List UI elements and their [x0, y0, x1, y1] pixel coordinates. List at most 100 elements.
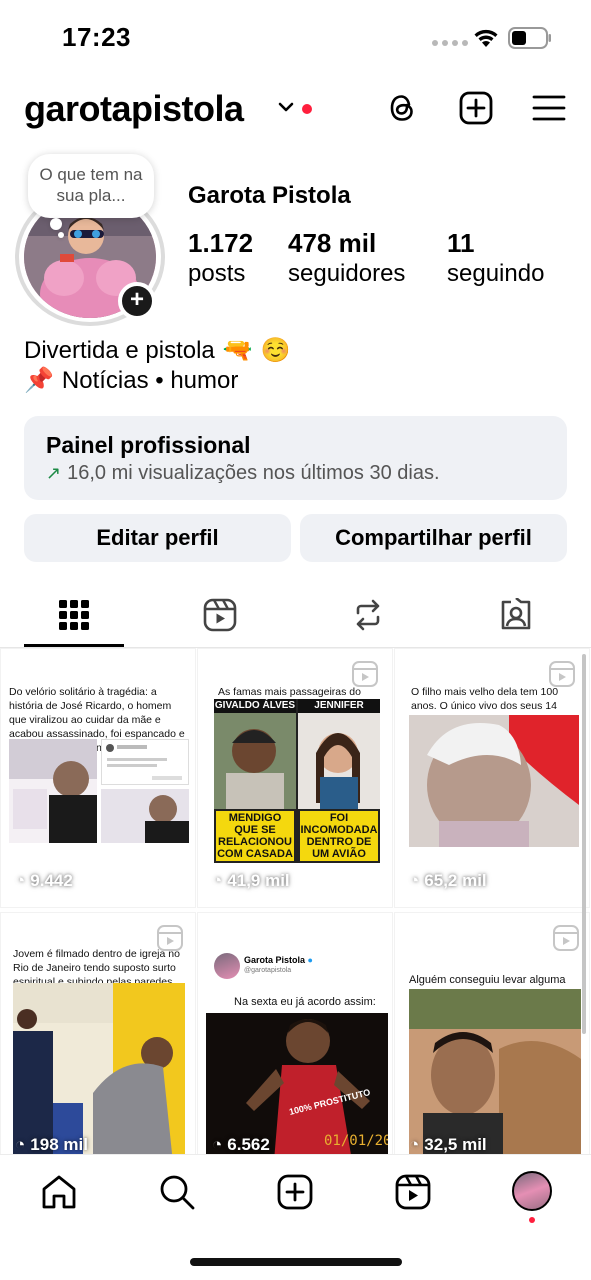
username-switcher[interactable]: garotapistola — [24, 88, 244, 130]
stat-label: seguidores — [288, 260, 406, 287]
stat-value: 1.172 — [188, 228, 254, 258]
post-views: ◔ 32,5 mil — [409, 1135, 487, 1154]
stat-value: 11 — [447, 228, 475, 258]
post-image — [101, 789, 189, 843]
post-caption: Na sexta eu já acordo assim: — [234, 996, 376, 1008]
reel-indicator-icon — [549, 661, 575, 687]
create-icon[interactable] — [276, 1173, 314, 1211]
eye-icon: ◔ — [409, 871, 420, 890]
profile-header: garotapistola — [0, 86, 591, 136]
profile-avatar[interactable] — [512, 1171, 552, 1211]
account-name: Garota Pistola ● — [244, 955, 313, 965]
post-views-count: 6.562 — [227, 1135, 270, 1154]
eye-icon: ◔ — [15, 1135, 26, 1154]
eye-icon: ◔ — [212, 1135, 223, 1154]
stat-posts[interactable]: 1.172 posts — [188, 228, 253, 290]
posts-grid: Do velório solitário à tragédia: a histó… — [0, 648, 591, 1154]
eye-icon: ◔ — [212, 871, 223, 890]
post-views: ◔ 198 mil — [15, 1135, 88, 1154]
trending-up-icon: ↗ — [46, 463, 62, 483]
post-image — [409, 989, 581, 1154]
add-story-button[interactable]: + — [118, 282, 156, 320]
post-views-count: 198 mil — [30, 1135, 88, 1154]
post-image: 100% PROSTITUTO 01/01/20 — [206, 1013, 388, 1154]
reels-icon[interactable] — [203, 598, 237, 632]
scrollbar[interactable] — [582, 654, 586, 1034]
post-views: ◔ 9.442 — [15, 871, 73, 891]
edit-profile-button[interactable]: Editar perfil — [24, 514, 291, 562]
reels-icon[interactable] — [394, 1173, 432, 1211]
account-name-text: Garota Pistola — [244, 955, 306, 965]
post-image: GIVALDO ÁLVES JENNIFER CASTRO MENDIGO QU… — [214, 699, 380, 863]
wifi-icon — [474, 29, 498, 47]
post-tile[interactable]: O filho mais velho dela tem 100 anos. O … — [394, 648, 590, 908]
post-views-count: 32,5 mil — [424, 1135, 487, 1154]
post-views-count: 41,9 mil — [227, 871, 290, 890]
stat-value: 478 mil — [288, 228, 377, 258]
post-tile[interactable]: Do velório solitário à tragédia: a histó… — [0, 648, 196, 908]
bio-text: Divertida e pistola — [24, 337, 215, 364]
post-tile[interactable]: Alguém conseguiu levar alguma coisa? ◔32… — [394, 912, 590, 1154]
post-image — [409, 715, 579, 847]
notification-dot — [529, 1217, 535, 1223]
bio-text: Notícias • humor — [61, 367, 239, 394]
chevron-down-icon[interactable] — [278, 100, 294, 114]
status-bar: 17:23 — [0, 0, 591, 80]
post-name-left: GIVALDO ÁLVES — [214, 699, 296, 713]
post-views: ◔ 6.562 — [212, 1135, 270, 1154]
eye-icon: ◔ — [15, 871, 26, 890]
water-pistol-emoji: 🔫 — [222, 337, 253, 364]
post-label-right: FOI INCOMODADA DENTRO DE UM AVIÃO — [300, 811, 378, 861]
post-label-left: MENDIGO QUE SE RELACIONOU COM CASADA — [216, 811, 294, 861]
profile-tabs — [0, 584, 591, 648]
home-icon[interactable] — [40, 1173, 78, 1211]
account-handle: @garotapistola — [244, 967, 292, 974]
stat-followers[interactable]: 478 mil seguidores — [288, 228, 405, 290]
dashboard-title: Painel profissional — [46, 432, 251, 458]
post-screenshot — [101, 739, 189, 785]
status-time: 17:23 — [62, 22, 131, 52]
grid-icon[interactable] — [57, 598, 91, 632]
post-name-right: JENNIFER CASTRO — [298, 699, 380, 725]
notification-dot — [302, 104, 312, 114]
stat-label: posts — [188, 260, 246, 287]
verified-icon: ● — [307, 955, 313, 965]
reposts-icon[interactable] — [351, 598, 385, 632]
post-image — [9, 739, 97, 843]
post-views: ◔ 65,2 mil — [409, 871, 487, 891]
menu-icon[interactable] — [531, 90, 567, 126]
stat-label: seguindo — [447, 260, 545, 287]
pushpin-emoji: 📌 — [24, 367, 54, 394]
note-tail — [58, 232, 64, 238]
battery-icon — [508, 27, 551, 49]
bio-line: 📌 Notícias • humor — [24, 366, 238, 396]
post-tile[interactable]: Garota Pistola ● @garotapistola Na sexta… — [197, 912, 393, 1154]
post-views: ◔ 41,9 mil — [212, 871, 290, 891]
post-views-count: 9.442 — [30, 871, 73, 890]
cellular-signal-icon — [432, 40, 468, 46]
threads-icon[interactable] — [384, 90, 420, 126]
post-views-count: 65,2 mil — [424, 871, 487, 890]
eye-icon: ◔ — [409, 1135, 420, 1154]
post-tile[interactable]: Jovem é filmado dentro de igreja no Rio … — [0, 912, 196, 1154]
note-tail — [50, 218, 62, 230]
create-post-icon[interactable] — [458, 90, 494, 126]
bio-line: Divertida e pistola 🔫 ☺️ — [24, 336, 291, 366]
display-name: Garota Pistola — [188, 182, 351, 209]
reel-indicator-icon — [352, 661, 378, 687]
stat-following[interactable]: 11 seguindo — [447, 228, 544, 290]
date-stamp: 01/01/20 — [324, 1133, 388, 1149]
dashboard-subtitle-text: 16,0 mi visualizações nos últimos 30 dia… — [67, 462, 440, 484]
professional-dashboard[interactable]: Painel profissional ↗ 16,0 mi visualizaç… — [24, 416, 567, 500]
profile-note[interactable]: O que tem na sua pla... — [28, 154, 154, 218]
search-icon[interactable] — [158, 1173, 196, 1211]
home-indicator[interactable] — [190, 1258, 402, 1266]
dashboard-subtitle: ↗ 16,0 mi visualizações nos últimos 30 d… — [46, 462, 440, 485]
smiling-emoji: ☺️ — [260, 337, 291, 364]
post-image — [13, 983, 185, 1154]
reel-indicator-icon — [553, 925, 579, 951]
account-avatar — [214, 953, 240, 979]
tagged-icon[interactable] — [499, 598, 533, 632]
share-profile-button[interactable]: Compartilhar perfil — [300, 514, 567, 562]
post-tile[interactable]: As famas mais passageiras do Brasil GIVA… — [197, 648, 393, 908]
